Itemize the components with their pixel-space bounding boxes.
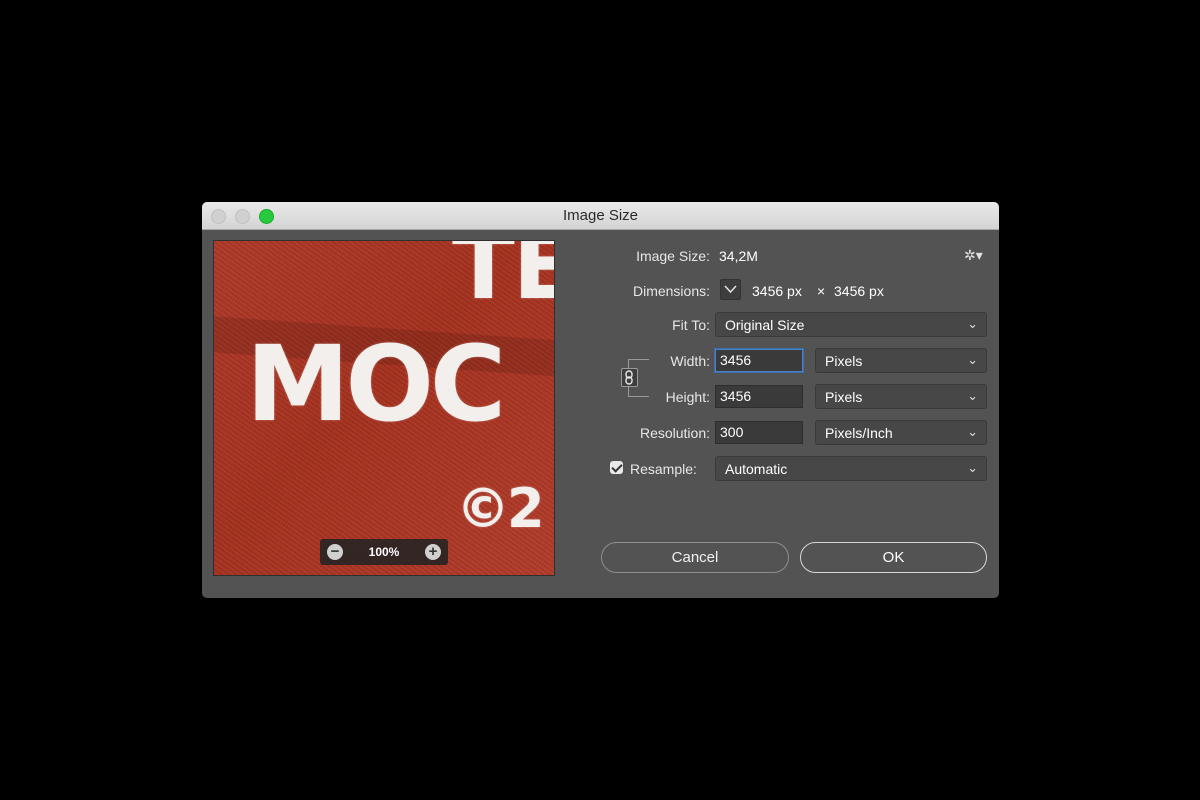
image-size-dialog: Image Size TE MOC ©2 − 100% + Image Size… [202, 202, 999, 598]
chevron-down-icon [724, 285, 737, 294]
image-preview[interactable]: TE MOC ©2 − 100% + [213, 240, 555, 576]
resample-value: Automatic [725, 461, 788, 477]
zoom-out-icon[interactable]: − [327, 544, 343, 560]
height-unit-value: Pixels [825, 389, 863, 405]
preview-text-top: TE [452, 240, 554, 320]
chevron-down-icon: ⌄ [967, 424, 978, 439]
resolution-input[interactable]: 300 [715, 421, 803, 444]
link-chain-icon[interactable] [621, 368, 638, 387]
height-input[interactable]: 3456 [715, 385, 803, 408]
cancel-button[interactable]: Cancel [601, 542, 789, 573]
height-unit-select[interactable]: Pixels ⌄ [815, 384, 987, 409]
resample-select[interactable]: Automatic ⌄ [715, 456, 987, 481]
dimensions-height: 3456 px [834, 283, 884, 299]
zoom-bar: − 100% + [320, 539, 448, 565]
chevron-down-icon: ⌄ [967, 388, 978, 403]
window-title: Image Size [562, 207, 639, 224]
resolution-label: Resolution: [639, 425, 710, 441]
dimensions-unit-dropdown[interactable] [720, 279, 741, 300]
dimensions-width: 3456 px [752, 283, 802, 299]
preview-text-mid: MOC [246, 323, 506, 445]
width-unit-select[interactable]: Pixels ⌄ [815, 348, 987, 373]
preview-text-bottom: ©2 [456, 477, 545, 540]
width-input[interactable]: 3456 [715, 349, 803, 372]
chevron-down-icon: ⌄ [967, 460, 978, 475]
zoom-in-icon[interactable]: + [425, 544, 441, 560]
gear-icon[interactable]: ✲▾ [964, 247, 983, 264]
height-label: Height: [665, 389, 710, 405]
chevron-down-icon: ⌄ [967, 316, 978, 331]
dimensions-times: × [817, 283, 826, 299]
width-label: Width: [670, 353, 710, 369]
zoom-level: 100% [368, 545, 400, 559]
resolution-unit-select[interactable]: Pixels/Inch ⌄ [815, 420, 987, 445]
image-size-value: 34,2M [719, 248, 758, 264]
fit-to-label: Fit To: [672, 317, 710, 333]
image-size-label: Image Size: [636, 248, 710, 264]
resample-checkbox[interactable] [610, 461, 623, 474]
dimensions-label: Dimensions: [632, 283, 710, 299]
resolution-unit-value: Pixels/Inch [825, 425, 893, 441]
chevron-down-icon: ⌄ [967, 352, 978, 367]
fit-to-select[interactable]: Original Size ⌄ [715, 312, 987, 337]
ok-button[interactable]: OK [800, 542, 987, 573]
width-unit-value: Pixels [825, 353, 863, 369]
title-bar: Image Size [202, 202, 999, 230]
resample-label: Resample: [630, 461, 697, 477]
fit-to-value: Original Size [725, 317, 805, 333]
